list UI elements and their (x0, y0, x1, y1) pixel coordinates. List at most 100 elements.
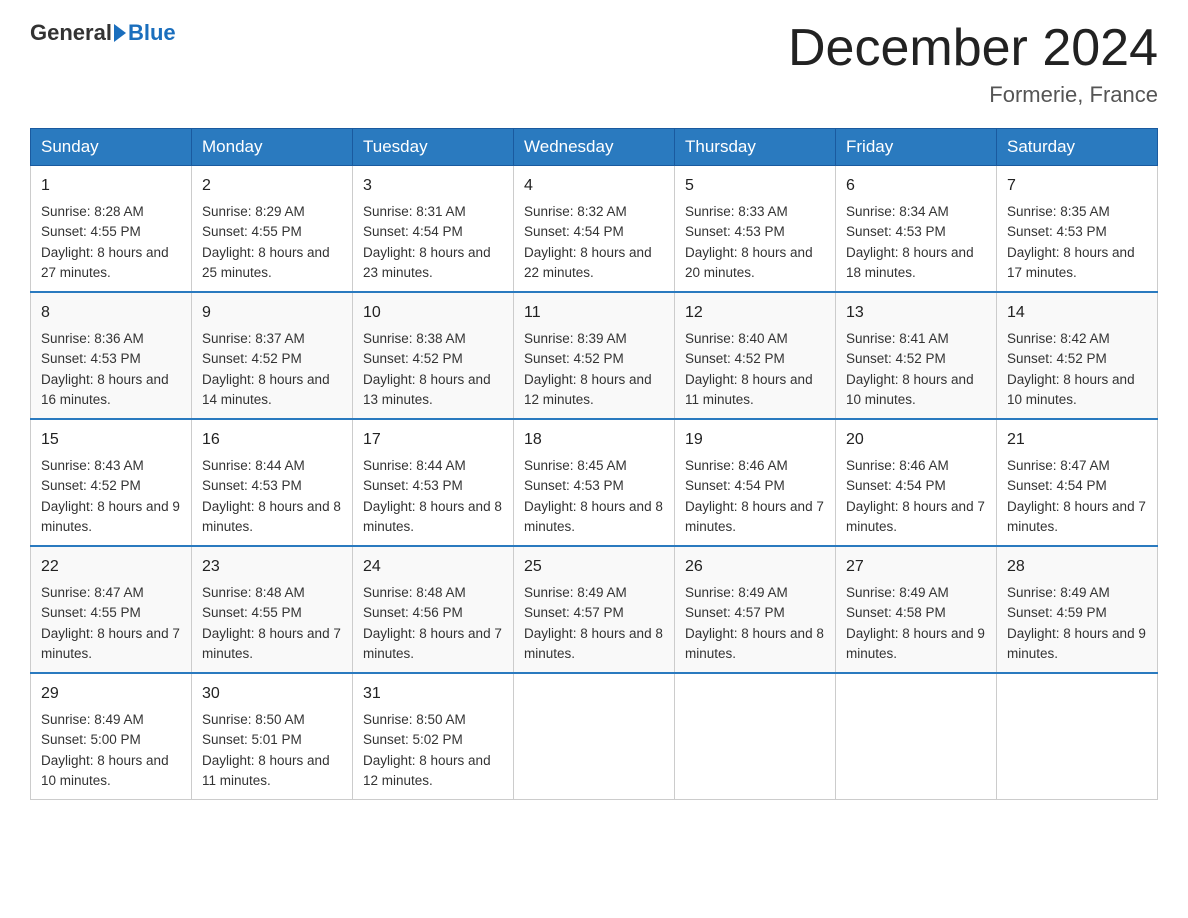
day-info: Sunrise: 8:50 AMSunset: 5:01 PMDaylight:… (202, 712, 330, 788)
calendar-cell: 26 Sunrise: 8:49 AMSunset: 4:57 PMDaylig… (675, 546, 836, 673)
day-number: 26 (685, 555, 825, 579)
calendar-cell: 22 Sunrise: 8:47 AMSunset: 4:55 PMDaylig… (31, 546, 192, 673)
calendar-cell: 23 Sunrise: 8:48 AMSunset: 4:55 PMDaylig… (192, 546, 353, 673)
day-info: Sunrise: 8:48 AMSunset: 4:56 PMDaylight:… (363, 585, 502, 661)
day-number: 14 (1007, 301, 1147, 325)
day-number: 16 (202, 428, 342, 452)
day-info: Sunrise: 8:29 AMSunset: 4:55 PMDaylight:… (202, 204, 330, 280)
day-number: 18 (524, 428, 664, 452)
day-number: 20 (846, 428, 986, 452)
day-number: 30 (202, 682, 342, 706)
day-info: Sunrise: 8:46 AMSunset: 4:54 PMDaylight:… (685, 458, 824, 534)
calendar-cell: 25 Sunrise: 8:49 AMSunset: 4:57 PMDaylig… (514, 546, 675, 673)
day-number: 3 (363, 174, 503, 198)
day-info: Sunrise: 8:44 AMSunset: 4:53 PMDaylight:… (363, 458, 502, 534)
calendar-cell: 24 Sunrise: 8:48 AMSunset: 4:56 PMDaylig… (353, 546, 514, 673)
calendar-week-4: 22 Sunrise: 8:47 AMSunset: 4:55 PMDaylig… (31, 546, 1158, 673)
day-info: Sunrise: 8:38 AMSunset: 4:52 PMDaylight:… (363, 331, 491, 407)
title-section: December 2024 Formerie, France (788, 20, 1158, 108)
day-number: 2 (202, 174, 342, 198)
day-number: 15 (41, 428, 181, 452)
calendar-cell: 30 Sunrise: 8:50 AMSunset: 5:01 PMDaylig… (192, 673, 353, 800)
day-info: Sunrise: 8:49 AMSunset: 4:57 PMDaylight:… (524, 585, 663, 661)
day-info: Sunrise: 8:42 AMSunset: 4:52 PMDaylight:… (1007, 331, 1135, 407)
calendar-cell (514, 673, 675, 800)
day-info: Sunrise: 8:47 AMSunset: 4:55 PMDaylight:… (41, 585, 180, 661)
calendar-cell: 5 Sunrise: 8:33 AMSunset: 4:53 PMDayligh… (675, 166, 836, 293)
calendar-cell: 2 Sunrise: 8:29 AMSunset: 4:55 PMDayligh… (192, 166, 353, 293)
day-number: 28 (1007, 555, 1147, 579)
day-number: 7 (1007, 174, 1147, 198)
day-info: Sunrise: 8:39 AMSunset: 4:52 PMDaylight:… (524, 331, 652, 407)
day-info: Sunrise: 8:49 AMSunset: 4:58 PMDaylight:… (846, 585, 985, 661)
calendar-week-2: 8 Sunrise: 8:36 AMSunset: 4:53 PMDayligh… (31, 292, 1158, 419)
col-friday: Friday (836, 129, 997, 166)
day-info: Sunrise: 8:35 AMSunset: 4:53 PMDaylight:… (1007, 204, 1135, 280)
calendar-cell: 10 Sunrise: 8:38 AMSunset: 4:52 PMDaylig… (353, 292, 514, 419)
day-info: Sunrise: 8:43 AMSunset: 4:52 PMDaylight:… (41, 458, 180, 534)
day-number: 25 (524, 555, 664, 579)
day-info: Sunrise: 8:34 AMSunset: 4:53 PMDaylight:… (846, 204, 974, 280)
col-wednesday: Wednesday (514, 129, 675, 166)
calendar-header-row: Sunday Monday Tuesday Wednesday Thursday… (31, 129, 1158, 166)
day-number: 17 (363, 428, 503, 452)
day-number: 12 (685, 301, 825, 325)
calendar-cell: 4 Sunrise: 8:32 AMSunset: 4:54 PMDayligh… (514, 166, 675, 293)
day-info: Sunrise: 8:33 AMSunset: 4:53 PMDaylight:… (685, 204, 813, 280)
day-info: Sunrise: 8:49 AMSunset: 4:59 PMDaylight:… (1007, 585, 1146, 661)
col-saturday: Saturday (997, 129, 1158, 166)
day-number: 19 (685, 428, 825, 452)
calendar-cell: 28 Sunrise: 8:49 AMSunset: 4:59 PMDaylig… (997, 546, 1158, 673)
day-info: Sunrise: 8:49 AMSunset: 4:57 PMDaylight:… (685, 585, 824, 661)
calendar-cell: 9 Sunrise: 8:37 AMSunset: 4:52 PMDayligh… (192, 292, 353, 419)
calendar-table: Sunday Monday Tuesday Wednesday Thursday… (30, 128, 1158, 800)
calendar-cell: 21 Sunrise: 8:47 AMSunset: 4:54 PMDaylig… (997, 419, 1158, 546)
page-header: General Blue December 2024 Formerie, Fra… (30, 20, 1158, 108)
calendar-week-5: 29 Sunrise: 8:49 AMSunset: 5:00 PMDaylig… (31, 673, 1158, 800)
calendar-cell: 16 Sunrise: 8:44 AMSunset: 4:53 PMDaylig… (192, 419, 353, 546)
day-number: 10 (363, 301, 503, 325)
day-info: Sunrise: 8:32 AMSunset: 4:54 PMDaylight:… (524, 204, 652, 280)
calendar-cell: 31 Sunrise: 8:50 AMSunset: 5:02 PMDaylig… (353, 673, 514, 800)
day-number: 23 (202, 555, 342, 579)
calendar-cell: 14 Sunrise: 8:42 AMSunset: 4:52 PMDaylig… (997, 292, 1158, 419)
col-monday: Monday (192, 129, 353, 166)
logo: General Blue (30, 20, 176, 46)
calendar-cell: 19 Sunrise: 8:46 AMSunset: 4:54 PMDaylig… (675, 419, 836, 546)
logo-blue-text: Blue (128, 20, 176, 46)
day-number: 6 (846, 174, 986, 198)
calendar-cell: 8 Sunrise: 8:36 AMSunset: 4:53 PMDayligh… (31, 292, 192, 419)
day-info: Sunrise: 8:28 AMSunset: 4:55 PMDaylight:… (41, 204, 169, 280)
calendar-week-3: 15 Sunrise: 8:43 AMSunset: 4:52 PMDaylig… (31, 419, 1158, 546)
day-number: 1 (41, 174, 181, 198)
day-number: 21 (1007, 428, 1147, 452)
calendar-cell: 27 Sunrise: 8:49 AMSunset: 4:58 PMDaylig… (836, 546, 997, 673)
day-number: 22 (41, 555, 181, 579)
calendar-week-1: 1 Sunrise: 8:28 AMSunset: 4:55 PMDayligh… (31, 166, 1158, 293)
day-info: Sunrise: 8:49 AMSunset: 5:00 PMDaylight:… (41, 712, 169, 788)
day-number: 29 (41, 682, 181, 706)
calendar-cell: 13 Sunrise: 8:41 AMSunset: 4:52 PMDaylig… (836, 292, 997, 419)
day-info: Sunrise: 8:50 AMSunset: 5:02 PMDaylight:… (363, 712, 491, 788)
col-thursday: Thursday (675, 129, 836, 166)
day-info: Sunrise: 8:36 AMSunset: 4:53 PMDaylight:… (41, 331, 169, 407)
calendar-cell: 11 Sunrise: 8:39 AMSunset: 4:52 PMDaylig… (514, 292, 675, 419)
day-number: 8 (41, 301, 181, 325)
calendar-cell: 18 Sunrise: 8:45 AMSunset: 4:53 PMDaylig… (514, 419, 675, 546)
day-number: 13 (846, 301, 986, 325)
calendar-cell: 15 Sunrise: 8:43 AMSunset: 4:52 PMDaylig… (31, 419, 192, 546)
calendar-cell: 17 Sunrise: 8:44 AMSunset: 4:53 PMDaylig… (353, 419, 514, 546)
day-number: 9 (202, 301, 342, 325)
day-info: Sunrise: 8:31 AMSunset: 4:54 PMDaylight:… (363, 204, 491, 280)
calendar-cell: 1 Sunrise: 8:28 AMSunset: 4:55 PMDayligh… (31, 166, 192, 293)
day-number: 4 (524, 174, 664, 198)
col-sunday: Sunday (31, 129, 192, 166)
logo-general-text: General (30, 20, 112, 46)
calendar-cell: 3 Sunrise: 8:31 AMSunset: 4:54 PMDayligh… (353, 166, 514, 293)
day-number: 11 (524, 301, 664, 325)
logo-arrow-icon (114, 24, 126, 42)
calendar-cell (997, 673, 1158, 800)
day-info: Sunrise: 8:45 AMSunset: 4:53 PMDaylight:… (524, 458, 663, 534)
calendar-cell: 7 Sunrise: 8:35 AMSunset: 4:53 PMDayligh… (997, 166, 1158, 293)
calendar-cell: 6 Sunrise: 8:34 AMSunset: 4:53 PMDayligh… (836, 166, 997, 293)
